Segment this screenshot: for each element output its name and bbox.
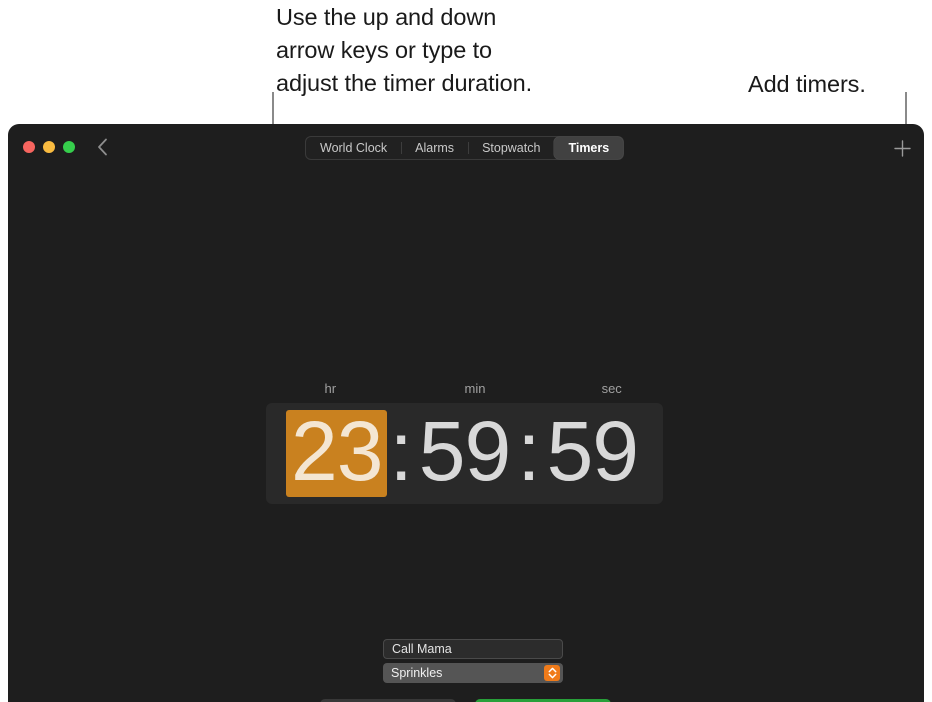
add-timer-plus-icon[interactable] <box>888 134 916 162</box>
window-controls <box>23 141 75 153</box>
tab-world-clock[interactable]: World Clock <box>306 137 401 159</box>
close-window-button[interactable] <box>23 141 35 153</box>
minimize-window-button[interactable] <box>43 141 55 153</box>
duration-separator-2: : <box>517 403 540 498</box>
tab-stopwatch-label: Stopwatch <box>482 141 541 155</box>
tab-alarms[interactable]: Alarms <box>401 137 468 159</box>
tab-world-clock-label: World Clock <box>320 141 388 155</box>
clock-app-window: World Clock Alarms Stopwatch Timers hr m… <box>8 124 924 702</box>
timer-label-input[interactable]: Call Mama <box>383 639 563 659</box>
timer-duration-field[interactable]: 23 : 59 : 59 <box>266 403 663 504</box>
duration-minutes-stepper[interactable]: 59 <box>414 409 515 498</box>
callout-text-add-timers: Add timers. <box>748 71 866 97</box>
tab-alarms-label: Alarms <box>415 141 455 155</box>
duration-separator-1: : <box>389 403 412 498</box>
unit-label-seconds: sec <box>601 381 622 396</box>
window-toolbar: World Clock Alarms Stopwatch Timers <box>8 124 924 171</box>
tab-bar: World Clock Alarms Stopwatch Timers <box>305 136 625 160</box>
tab-stopwatch[interactable]: Stopwatch <box>468 137 554 159</box>
unit-label-minutes: min <box>464 381 486 396</box>
timer-duration-digits: 23 : 59 : 59 <box>286 403 643 498</box>
duration-hours-stepper[interactable]: 23 <box>286 409 388 498</box>
unit-label-hours: hr <box>324 381 337 396</box>
back-chevron-icon[interactable] <box>92 136 112 158</box>
duration-unit-labels: hr min sec <box>266 381 676 396</box>
tab-timers[interactable]: Timers <box>554 137 624 159</box>
zoom-window-button[interactable] <box>63 141 75 153</box>
duration-seconds-stepper[interactable]: 59 <box>542 409 643 498</box>
timer-sound-popup-value: Sprinkles <box>391 666 443 680</box>
timer-setup-panel: hr min sec 23 : 59 : 59 Call Mama Sprink… <box>8 171 924 702</box>
tab-timers-label: Timers <box>568 141 610 155</box>
chevron-up-down-icon[interactable] <box>544 665 560 681</box>
timer-label-input-value: Call Mama <box>392 642 452 656</box>
timer-sound-popup-button[interactable]: Sprinkles <box>383 663 563 683</box>
callout-text-timer-duration: Use the up and down arrow keys or type t… <box>276 4 533 96</box>
